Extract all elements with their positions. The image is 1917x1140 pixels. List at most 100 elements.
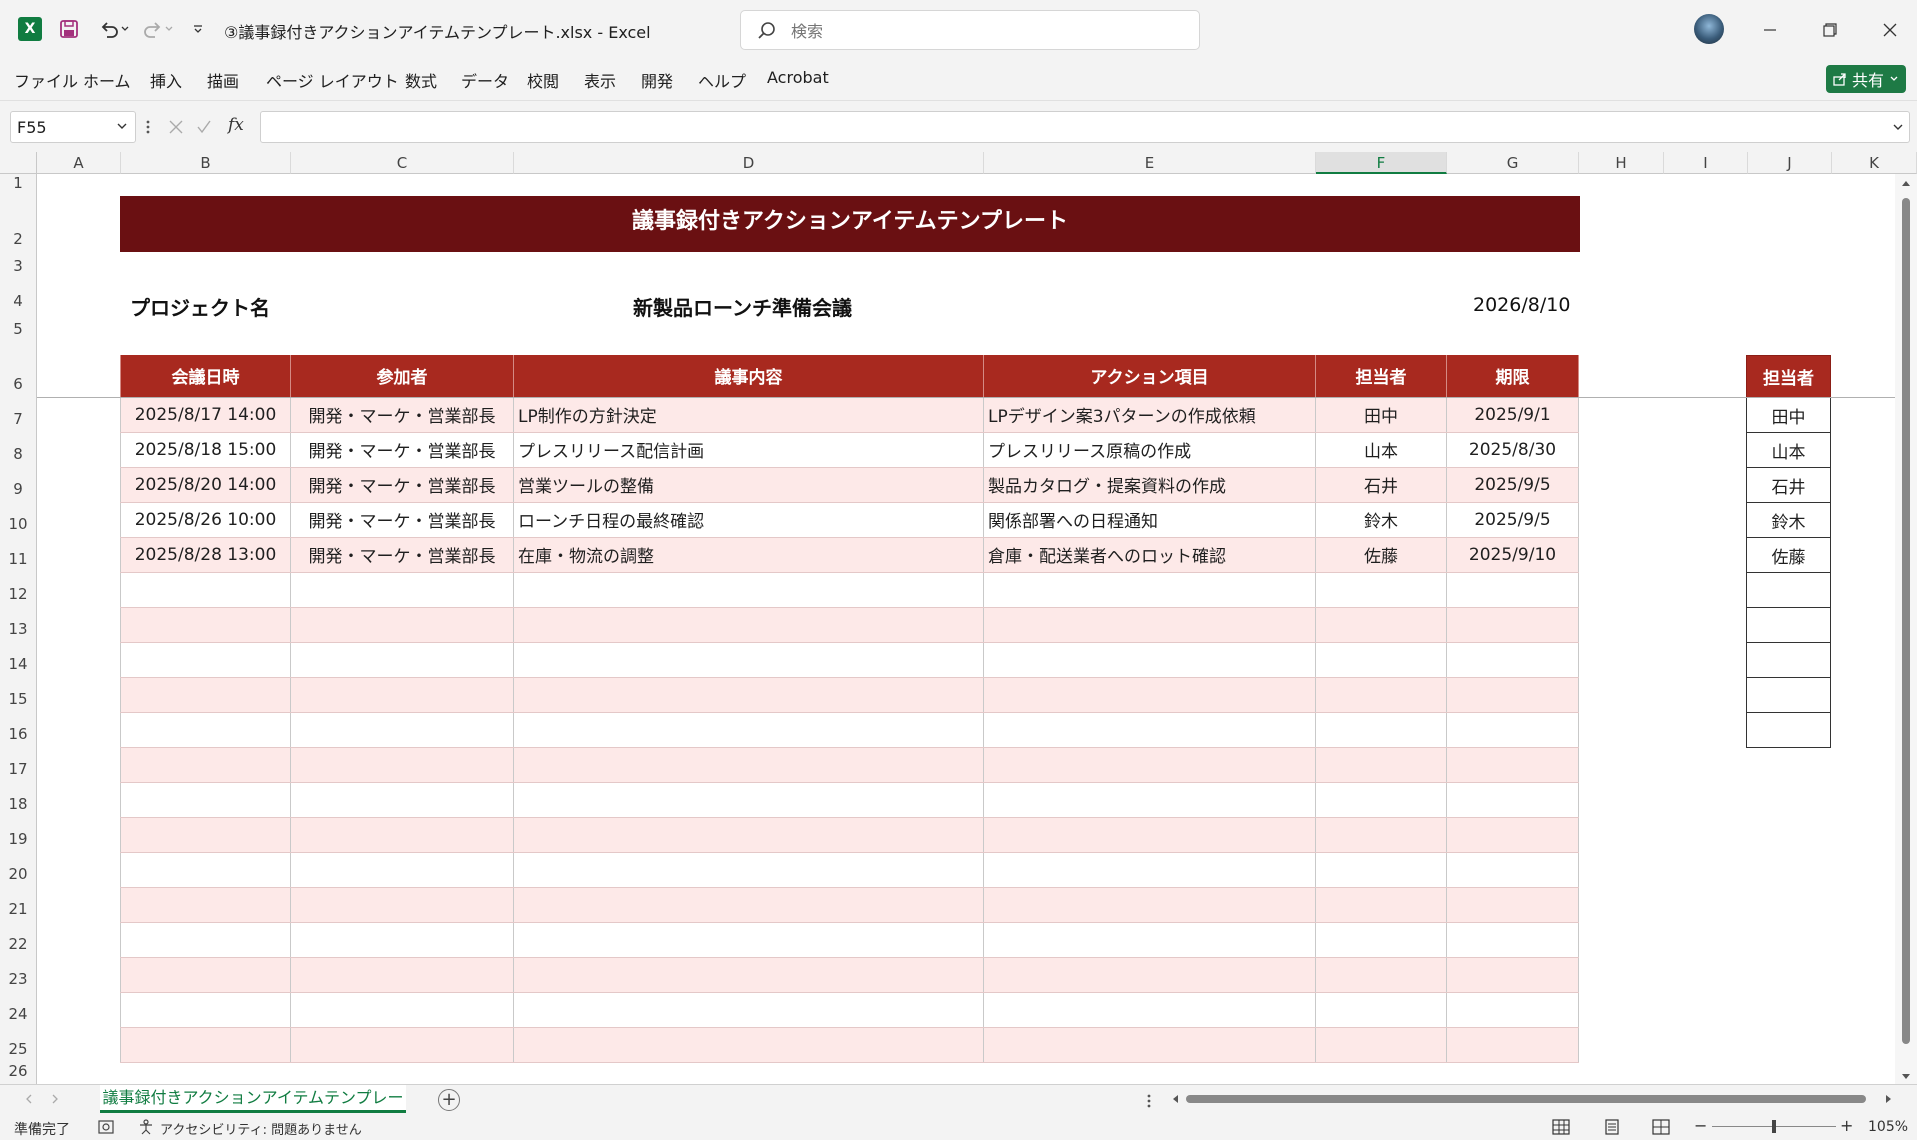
next-sheet-icon[interactable] xyxy=(50,1094,60,1104)
cell-owner[interactable] xyxy=(1315,1027,1447,1063)
horizontal-scrollbar[interactable] xyxy=(1170,1089,1894,1109)
row-header-3[interactable]: 3 xyxy=(0,252,37,279)
owner-list-cell[interactable] xyxy=(1746,642,1831,678)
cell-datetime[interactable] xyxy=(120,887,291,923)
row-header-14[interactable]: 14 xyxy=(0,642,37,677)
cell-datetime[interactable] xyxy=(120,1027,291,1063)
cell-action[interactable]: 製品カタログ・提案資料の作成 xyxy=(983,467,1316,503)
cell-owner[interactable] xyxy=(1315,677,1447,713)
cell-deadline[interactable] xyxy=(1446,642,1579,678)
horizontal-scroll-thumb[interactable] xyxy=(1186,1095,1866,1103)
cell-datetime[interactable]: 2025/8/26 10:00 xyxy=(120,502,291,538)
cell-participants[interactable]: 開発・マーケ・営業部長 xyxy=(290,537,514,573)
cell-datetime[interactable] xyxy=(120,992,291,1028)
cell-owner[interactable]: 石井 xyxy=(1315,467,1447,503)
header-datetime[interactable]: 会議日時 xyxy=(120,355,291,398)
cell-deadline[interactable] xyxy=(1446,1027,1579,1063)
cell-participants[interactable] xyxy=(290,607,514,643)
menu-help[interactable]: ヘルプ xyxy=(698,68,746,92)
cell-owner[interactable] xyxy=(1315,782,1447,818)
owner-list-cell[interactable] xyxy=(1746,712,1831,748)
owner-list-cell[interactable]: 山本 xyxy=(1746,432,1831,468)
cell-minutes[interactable] xyxy=(513,677,984,713)
column-header-h[interactable]: H xyxy=(1579,152,1664,174)
cell-datetime[interactable] xyxy=(120,607,291,643)
vertical-scroll-thumb[interactable] xyxy=(1902,198,1910,1044)
cell-participants[interactable]: 開発・マーケ・営業部長 xyxy=(290,502,514,538)
row-header-12[interactable]: 12 xyxy=(0,572,37,607)
close-icon[interactable] xyxy=(1878,18,1902,42)
owner-list-cell[interactable]: 田中 xyxy=(1746,397,1831,433)
cell-deadline[interactable]: 2025/8/30 xyxy=(1446,432,1579,468)
cell-action[interactable] xyxy=(983,887,1316,923)
row-header-11[interactable]: 11 xyxy=(0,537,37,572)
search-input[interactable] xyxy=(791,20,1171,42)
row-header-4[interactable]: 4 xyxy=(0,279,37,314)
row-header-10[interactable]: 10 xyxy=(0,502,37,537)
cell-minutes[interactable] xyxy=(513,852,984,888)
cell-minutes[interactable] xyxy=(513,712,984,748)
menu-page-layout[interactable]: ページ レイアウト xyxy=(266,68,399,92)
header-minutes[interactable]: 議事内容 xyxy=(513,355,984,398)
cell-owner[interactable] xyxy=(1315,572,1447,608)
scroll-left-icon[interactable] xyxy=(1170,1093,1182,1105)
cell-datetime[interactable] xyxy=(120,957,291,993)
owner-list-cell[interactable] xyxy=(1746,607,1831,643)
cell-datetime[interactable]: 2025/8/20 14:00 xyxy=(120,467,291,503)
zoom-level[interactable]: 105% xyxy=(1868,1119,1908,1135)
cell-owner[interactable] xyxy=(1315,957,1447,993)
cell-datetime[interactable] xyxy=(120,712,291,748)
name-box[interactable]: F55 xyxy=(10,111,136,143)
cell-minutes[interactable]: ローンチ日程の最終確認 xyxy=(513,502,984,538)
cell-action[interactable] xyxy=(983,642,1316,678)
spreadsheet-grid[interactable]: ABCDEFGHIJK 1 2 3 4 5 6 7 8 9 10 11 12 13 14 15 16 17 18 1… xyxy=(0,152,1917,1084)
cell-minutes[interactable] xyxy=(513,782,984,818)
cell-deadline[interactable]: 2025/9/5 xyxy=(1446,467,1579,503)
cell-minutes[interactable]: 営業ツールの整備 xyxy=(513,467,984,503)
row-header-8[interactable]: 8 xyxy=(0,432,37,467)
chevron-down-icon[interactable] xyxy=(115,118,129,137)
cell-datetime[interactable] xyxy=(120,852,291,888)
cell-datetime[interactable] xyxy=(120,572,291,608)
zoom-out-icon[interactable]: − xyxy=(1694,1116,1707,1135)
owner-list-header[interactable]: 担当者 xyxy=(1746,355,1831,398)
cell-minutes[interactable] xyxy=(513,572,984,608)
cell-participants[interactable] xyxy=(290,572,514,608)
menu-developer[interactable]: 開発 xyxy=(641,68,673,92)
row-header-19[interactable]: 19 xyxy=(0,817,37,852)
cell-owner[interactable] xyxy=(1315,992,1447,1028)
restore-icon[interactable] xyxy=(1818,18,1842,42)
cell-deadline[interactable] xyxy=(1446,677,1579,713)
cell-minutes[interactable] xyxy=(513,817,984,853)
enter-icon[interactable] xyxy=(196,119,212,135)
cell-action[interactable] xyxy=(983,607,1316,643)
cell-action[interactable] xyxy=(983,1027,1316,1063)
cell-datetime[interactable] xyxy=(120,922,291,958)
cell-minutes[interactable]: LP制作の方針決定 xyxy=(513,397,984,433)
owner-list-cell[interactable]: 石井 xyxy=(1746,467,1831,503)
cell-datetime[interactable]: 2025/8/18 15:00 xyxy=(120,432,291,468)
cell-action[interactable] xyxy=(983,817,1316,853)
menu-home[interactable]: ホーム xyxy=(83,68,131,92)
cell-minutes[interactable] xyxy=(513,922,984,958)
cell-participants[interactable] xyxy=(290,782,514,818)
column-header-c[interactable]: C xyxy=(291,152,514,174)
cell-action[interactable] xyxy=(983,957,1316,993)
cell-action[interactable] xyxy=(983,782,1316,818)
redo-dropdown-icon[interactable] xyxy=(162,16,176,42)
cell-action[interactable] xyxy=(983,677,1316,713)
cell-owner[interactable] xyxy=(1315,817,1447,853)
row-header-25[interactable]: 25 xyxy=(0,1027,37,1062)
sheet-tab-active[interactable]: 議事録付きアクションアイテムテンプレート xyxy=(100,1085,406,1133)
more-options-icon[interactable] xyxy=(145,119,151,135)
menu-draw[interactable]: 描画 xyxy=(207,68,239,92)
owner-list-cell[interactable] xyxy=(1746,572,1831,608)
cell-owner[interactable]: 田中 xyxy=(1315,397,1447,433)
row-header-13[interactable]: 13 xyxy=(0,607,37,642)
row-header-21[interactable]: 21 xyxy=(0,887,37,922)
prev-sheet-icon[interactable] xyxy=(24,1094,34,1104)
cell-owner[interactable] xyxy=(1315,922,1447,958)
row-header-15[interactable]: 15 xyxy=(0,677,37,712)
cancel-icon[interactable] xyxy=(168,119,184,135)
undo-dropdown-icon[interactable] xyxy=(118,16,132,42)
